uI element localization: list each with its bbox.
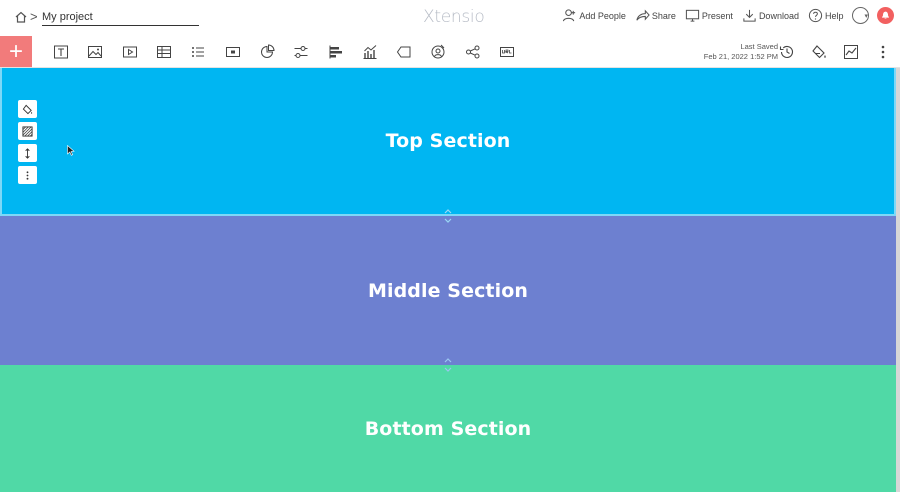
share-button[interactable]: Share	[635, 8, 676, 23]
add-people-icon	[563, 9, 576, 22]
last-saved-time: Feb 21, 2022 1:52 PM	[703, 52, 778, 61]
download-icon	[743, 9, 756, 22]
persona-icon	[431, 44, 445, 58]
add-block-button[interactable]: +	[0, 36, 32, 67]
pie-chart-icon	[260, 43, 275, 58]
bottom-section-title[interactable]: Bottom Section	[365, 418, 532, 440]
project-name-field[interactable]: My project	[42, 10, 199, 26]
tool-persona[interactable]	[421, 36, 455, 67]
breadcrumb-separator: >	[30, 9, 38, 24]
bottom-section[interactable]: Bottom Section	[0, 365, 896, 492]
section-resize-handle[interactable]	[441, 357, 455, 373]
tool-tag[interactable]	[387, 36, 421, 67]
section-resize-button[interactable]	[18, 144, 37, 162]
paint-bucket-icon	[812, 44, 826, 58]
top-section-title[interactable]: Top Section	[386, 130, 511, 152]
tool-pie-chart[interactable]	[250, 36, 284, 67]
tool-video[interactable]	[113, 36, 147, 67]
section-resize-handle[interactable]	[441, 208, 455, 224]
analytics-button[interactable]	[842, 43, 860, 61]
mouse-cursor-icon	[67, 145, 75, 156]
pattern-icon	[22, 125, 33, 137]
plus-icon: +	[8, 37, 23, 65]
list-icon	[192, 46, 205, 57]
history-icon	[779, 45, 794, 58]
header-actions: Add People Share Present Download Help ▾	[562, 7, 894, 24]
tool-list[interactable]	[181, 36, 215, 67]
last-saved-label: Last Saved	[740, 42, 778, 51]
share-label: Share	[651, 10, 676, 21]
last-saved-info: Last Saved Feb 21, 2022 1:52 PM	[692, 42, 778, 62]
section-more-button[interactable]	[18, 166, 37, 184]
help-label: Help	[824, 10, 844, 21]
resize-vertical-icon	[25, 147, 30, 159]
column-chart-icon	[363, 44, 377, 59]
middle-section[interactable]: Middle Section	[0, 216, 896, 365]
insert-toolbar: + Last Saved Feb 21, 2022 1:52 PM	[0, 36, 900, 68]
tool-image[interactable]	[78, 36, 112, 67]
present-label: Present	[701, 10, 733, 21]
scrollbar[interactable]	[896, 68, 900, 492]
top-section[interactable]: Top Section	[0, 68, 896, 216]
tool-slider[interactable]	[284, 36, 318, 67]
tool-list	[44, 36, 524, 67]
analytics-icon	[844, 44, 858, 59]
video-icon	[122, 46, 137, 57]
avatar	[852, 7, 870, 24]
section-style-button[interactable]	[18, 100, 37, 118]
image-icon	[88, 45, 103, 58]
section-pattern-button[interactable]	[18, 122, 37, 140]
help-button[interactable]: Help	[808, 8, 844, 23]
style-button[interactable]	[810, 43, 828, 61]
home-icon[interactable]	[14, 10, 28, 24]
notification-bell-icon[interactable]	[877, 7, 894, 24]
more-vertical-icon	[26, 170, 29, 180]
table-icon	[157, 45, 172, 58]
right-toolbar	[778, 36, 892, 67]
tool-column-chart[interactable]	[353, 36, 387, 67]
paint-bucket-icon	[22, 104, 33, 114]
tool-bar-chart[interactable]	[318, 36, 352, 67]
tool-title[interactable]	[44, 36, 78, 67]
button-icon	[225, 46, 240, 57]
download-button[interactable]: Download	[742, 8, 799, 23]
bar-chart-icon	[329, 45, 342, 58]
tag-icon	[396, 46, 411, 57]
title-icon	[54, 45, 69, 58]
resize-handle-icon	[444, 209, 452, 223]
url-icon	[500, 46, 514, 57]
add-people-label: Add People	[579, 10, 626, 21]
download-label: Download	[758, 10, 799, 21]
tool-url[interactable]	[490, 36, 524, 67]
user-menu[interactable]: ▾	[852, 7, 870, 24]
help-icon	[808, 8, 823, 23]
tool-network[interactable]	[456, 36, 490, 67]
share-icon	[636, 9, 650, 21]
section-tools	[18, 100, 38, 184]
slider-icon	[294, 45, 308, 58]
tool-table[interactable]	[147, 36, 181, 67]
tool-button[interactable]	[215, 36, 249, 67]
top-bar: > My project Xtensio Add People Share Pr…	[0, 0, 900, 36]
present-icon	[685, 9, 700, 22]
network-icon	[465, 45, 480, 58]
middle-section-title[interactable]: Middle Section	[368, 280, 528, 302]
present-button[interactable]: Present	[685, 8, 733, 23]
add-people-button[interactable]: Add People	[562, 8, 626, 23]
more-vertical-icon	[881, 45, 885, 58]
history-button[interactable]	[778, 43, 796, 61]
resize-handle-icon	[444, 358, 452, 372]
more-options-button[interactable]	[874, 43, 892, 61]
brand-logo: Xtensio	[423, 7, 485, 27]
